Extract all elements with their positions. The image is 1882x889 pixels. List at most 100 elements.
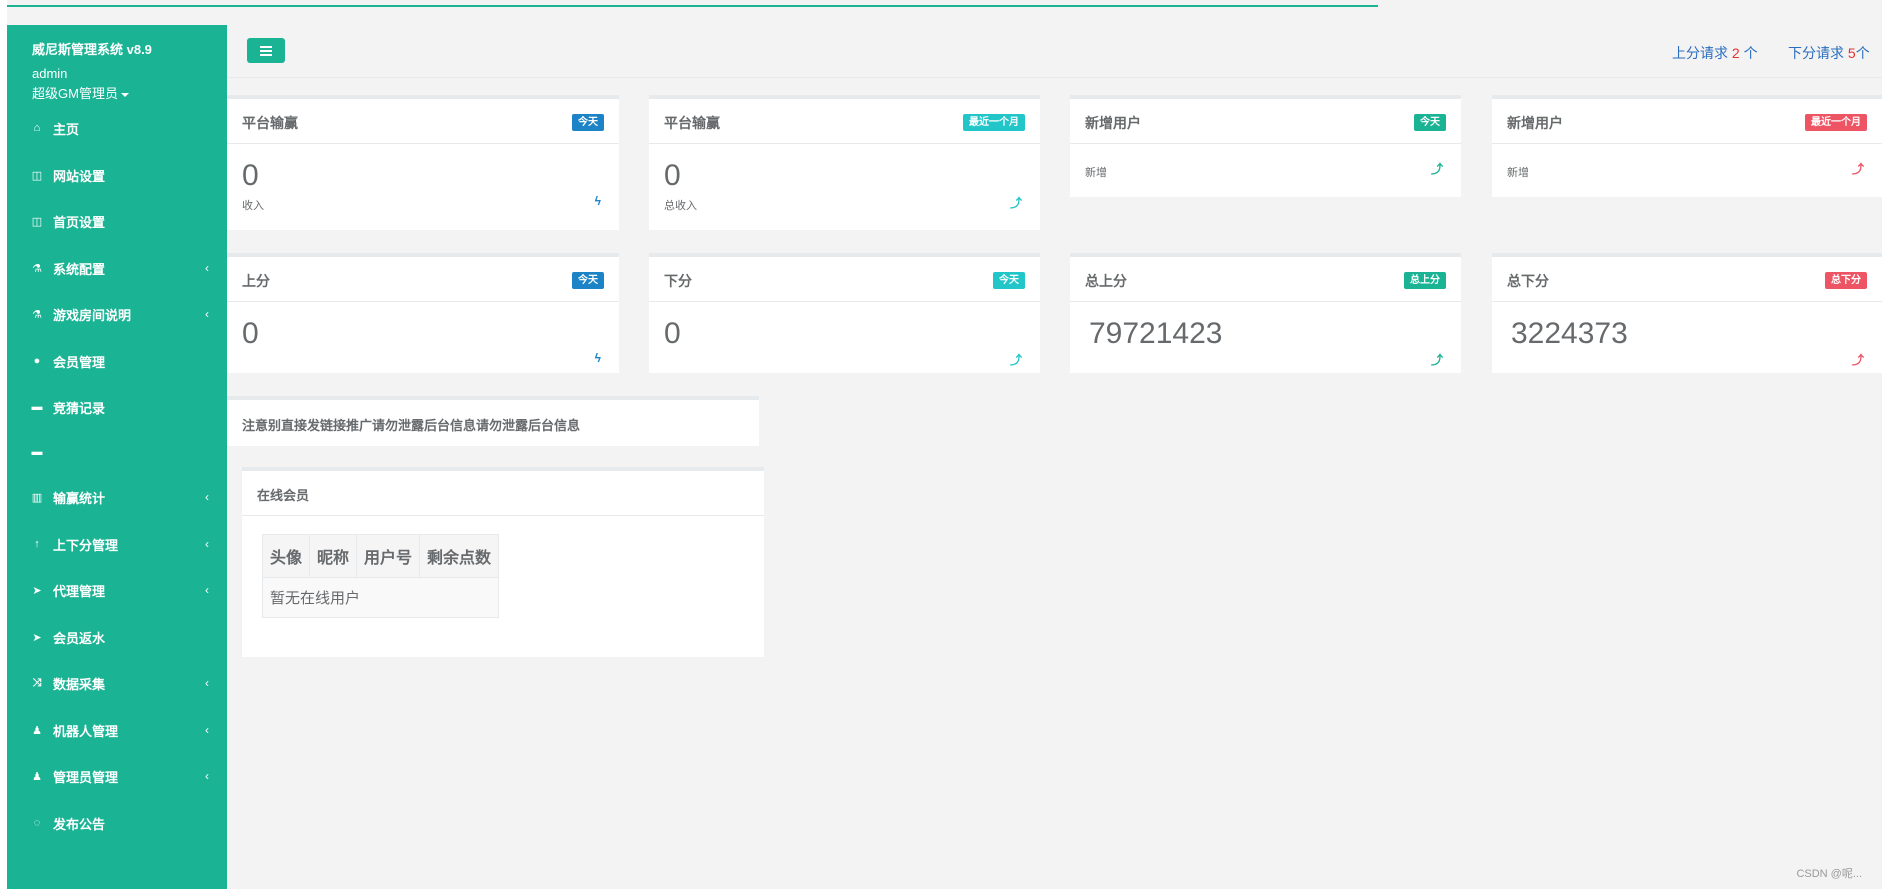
flask-icon: ⚗ <box>32 262 42 275</box>
stat-card-total-credit-down: 总下分 总下分 3224373 ⤴ <box>1492 253 1882 373</box>
nav-label: 主页 <box>53 121 80 137</box>
top-navbar: 上分请求 2 个 下分请求 5个 <box>227 25 1882 78</box>
level-up-icon: ⤴ <box>1009 196 1022 210</box>
watermark-text: CSDN @呢... <box>1796 868 1862 880</box>
nav-label: 机器人管理 <box>53 723 119 739</box>
level-up-icon: ↑ <box>34 538 40 550</box>
nav-item-bet-records[interactable]: ▬ 竞猜记录 <box>7 387 227 427</box>
column-header: 昵称 <box>309 534 358 578</box>
columns-icon: ◫ <box>31 169 43 182</box>
level-up-icon: ⤴ <box>1851 162 1864 176</box>
nav-label: 代理管理 <box>53 583 106 599</box>
column-header: 头像 <box>261 534 311 578</box>
bolt-icon: ϟ <box>594 194 601 208</box>
card-header: 新增用户 今天 <box>1070 99 1461 144</box>
bar-chart-icon: ▥ <box>31 491 43 504</box>
nav-item-unlabeled[interactable]: ▬ <box>7 432 227 472</box>
level-up-icon: ⤴ <box>1430 162 1443 176</box>
nav-label: 数据采集 <box>53 676 106 692</box>
stat-card-credit-down-today: 下分 今天 0 ⤴ <box>649 253 1040 373</box>
card-title: 总上分 <box>1085 273 1127 289</box>
down-request-link[interactable]: 下分请求 5个 <box>1788 43 1870 63</box>
nav-item-system-config[interactable]: ⚗ 系统配置 ‹ <box>7 248 227 288</box>
up-request-count: 2 <box>1731 45 1740 61</box>
role-dropdown[interactable]: 超级GM管理员 <box>32 83 227 102</box>
paper-plane-icon: ➤ <box>32 631 42 644</box>
card-header: 平台输赢 最近一个月 <box>649 99 1040 144</box>
user-icon: ● <box>33 355 41 367</box>
profile-block: 威尼斯管理系统 v8.9 admin 超级GM管理员 <box>7 25 227 102</box>
nav-item-member-rebate[interactable]: ➤ 会员返水 <box>7 617 227 657</box>
nav-item-site-settings[interactable]: ◫ 网站设置 <box>7 155 227 195</box>
chevron-left-icon: ‹ <box>205 583 209 597</box>
stat-card-credit-up-today: 上分 今天 0 ϟ <box>227 253 619 373</box>
card-title: 平台输赢 <box>242 115 298 131</box>
down-request-label: 下分请求 <box>1788 45 1848 61</box>
loading-progress-bar <box>0 5 1378 7</box>
stat-card-new-users-month: 新增用户 最近一个月 新增 ⤴ <box>1492 95 1882 197</box>
up-request-label: 上分请求 <box>1672 45 1732 61</box>
nav-label: 网站设置 <box>53 168 106 184</box>
level-up-icon: ⤴ <box>1430 353 1443 367</box>
nav-item-agent-management[interactable]: ➤ 代理管理 ‹ <box>7 570 227 610</box>
username: admin <box>32 66 68 81</box>
random-icon: ⤨ <box>32 676 42 689</box>
stat-sublabel: 总收入 <box>664 200 697 212</box>
stat-value: 79721423 <box>1089 317 1223 350</box>
nav-label: 上下分管理 <box>53 537 119 553</box>
period-badge: 今天 <box>572 114 604 131</box>
nav-item-game-room-info[interactable]: ⚗ 游戏房间说明 ‹ <box>7 294 227 334</box>
stat-card-platform-month: 平台输赢 最近一个月 0 总收入 ⤴ <box>649 95 1040 230</box>
nav-item-announcement[interactable]: ◌ 发布公告 <box>7 803 227 843</box>
stat-card-total-credit-up: 总上分 总上分 79721423 ⤴ <box>1070 253 1461 373</box>
left-edge-strip <box>0 0 7 889</box>
chevron-left-icon: ‹ <box>205 723 209 737</box>
level-up-icon: ⤴ <box>1851 353 1864 367</box>
home-icon: ⌂ <box>33 122 41 134</box>
nav-label: 管理员管理 <box>53 769 119 785</box>
stat-value: 0 <box>664 159 681 192</box>
card-header: 平台输赢 今天 <box>227 99 619 144</box>
online-members-panel: 在线会员 头像 昵称 用户号 剩余点数 暂无在线用户 <box>242 467 764 657</box>
down-request-count: 5 <box>1847 45 1856 61</box>
period-badge: 今天 <box>993 272 1025 289</box>
nav-label: 游戏房间说明 <box>53 307 132 323</box>
notice-box: 注意别直接发链接推广请勿泄露后台信息请勿泄露后台信息 <box>227 396 759 446</box>
nav-item-members[interactable]: ● 会员管理 <box>7 341 227 381</box>
card-title: 上分 <box>242 273 270 289</box>
car-icon: ▬ <box>31 401 43 413</box>
nav-item-win-loss-stats[interactable]: ▥ 输赢统计 ‹ <box>7 477 227 517</box>
bolt-icon: ϟ <box>594 351 601 365</box>
column-header: 剩余点数 <box>419 534 500 578</box>
menu-toggle-button[interactable] <box>247 38 285 63</box>
table-header-row: 头像 昵称 用户号 剩余点数 <box>261 534 500 578</box>
stat-value: 0 <box>242 159 259 192</box>
stat-card-new-users-today: 新增用户 今天 新增 ⤴ <box>1070 95 1461 197</box>
stat-value: 3224373 <box>1511 317 1628 350</box>
stat-value: 0 <box>664 317 681 350</box>
online-members-table: 头像 昵称 用户号 剩余点数 暂无在线用户 <box>261 534 500 618</box>
nav-label: 输赢统计 <box>53 490 106 506</box>
column-header: 用户号 <box>356 534 421 578</box>
card-title: 新增用户 <box>1085 115 1141 131</box>
male-icon: ♟ <box>32 724 42 737</box>
nav-item-admin-management[interactable]: ♟ 管理员管理 ‹ <box>7 756 227 796</box>
nav-item-credit-management[interactable]: ↑ 上下分管理 ‹ <box>7 524 227 564</box>
hamburger-icon <box>260 46 272 48</box>
period-badge: 今天 <box>1414 114 1446 131</box>
nav-item-data-collection[interactable]: ⤨ 数据采集 ‹ <box>7 663 227 703</box>
nav-item-homepage-settings[interactable]: ◫ 首页设置 <box>7 201 227 241</box>
down-request-unit: 个 <box>1855 45 1870 61</box>
panel-title: 在线会员 <box>257 488 310 503</box>
up-request-link[interactable]: 上分请求 2 个 <box>1672 43 1758 63</box>
card-title: 下分 <box>664 273 692 289</box>
nav-item-home[interactable]: ⌂ 主页 <box>7 108 227 148</box>
card-header: 上分 今天 <box>227 257 619 302</box>
flask-icon: ⚗ <box>32 308 42 321</box>
nav-item-robot-management[interactable]: ♟ 机器人管理 ‹ <box>7 710 227 750</box>
card-header: 新增用户 最近一个月 <box>1492 99 1882 144</box>
stat-sublabel: 收入 <box>242 200 264 212</box>
nav-label: 会员管理 <box>53 354 106 370</box>
notice-text: 注意别直接发链接推广请勿泄露后台信息请勿泄露后台信息 <box>242 418 581 433</box>
period-badge: 最近一个月 <box>963 114 1025 131</box>
